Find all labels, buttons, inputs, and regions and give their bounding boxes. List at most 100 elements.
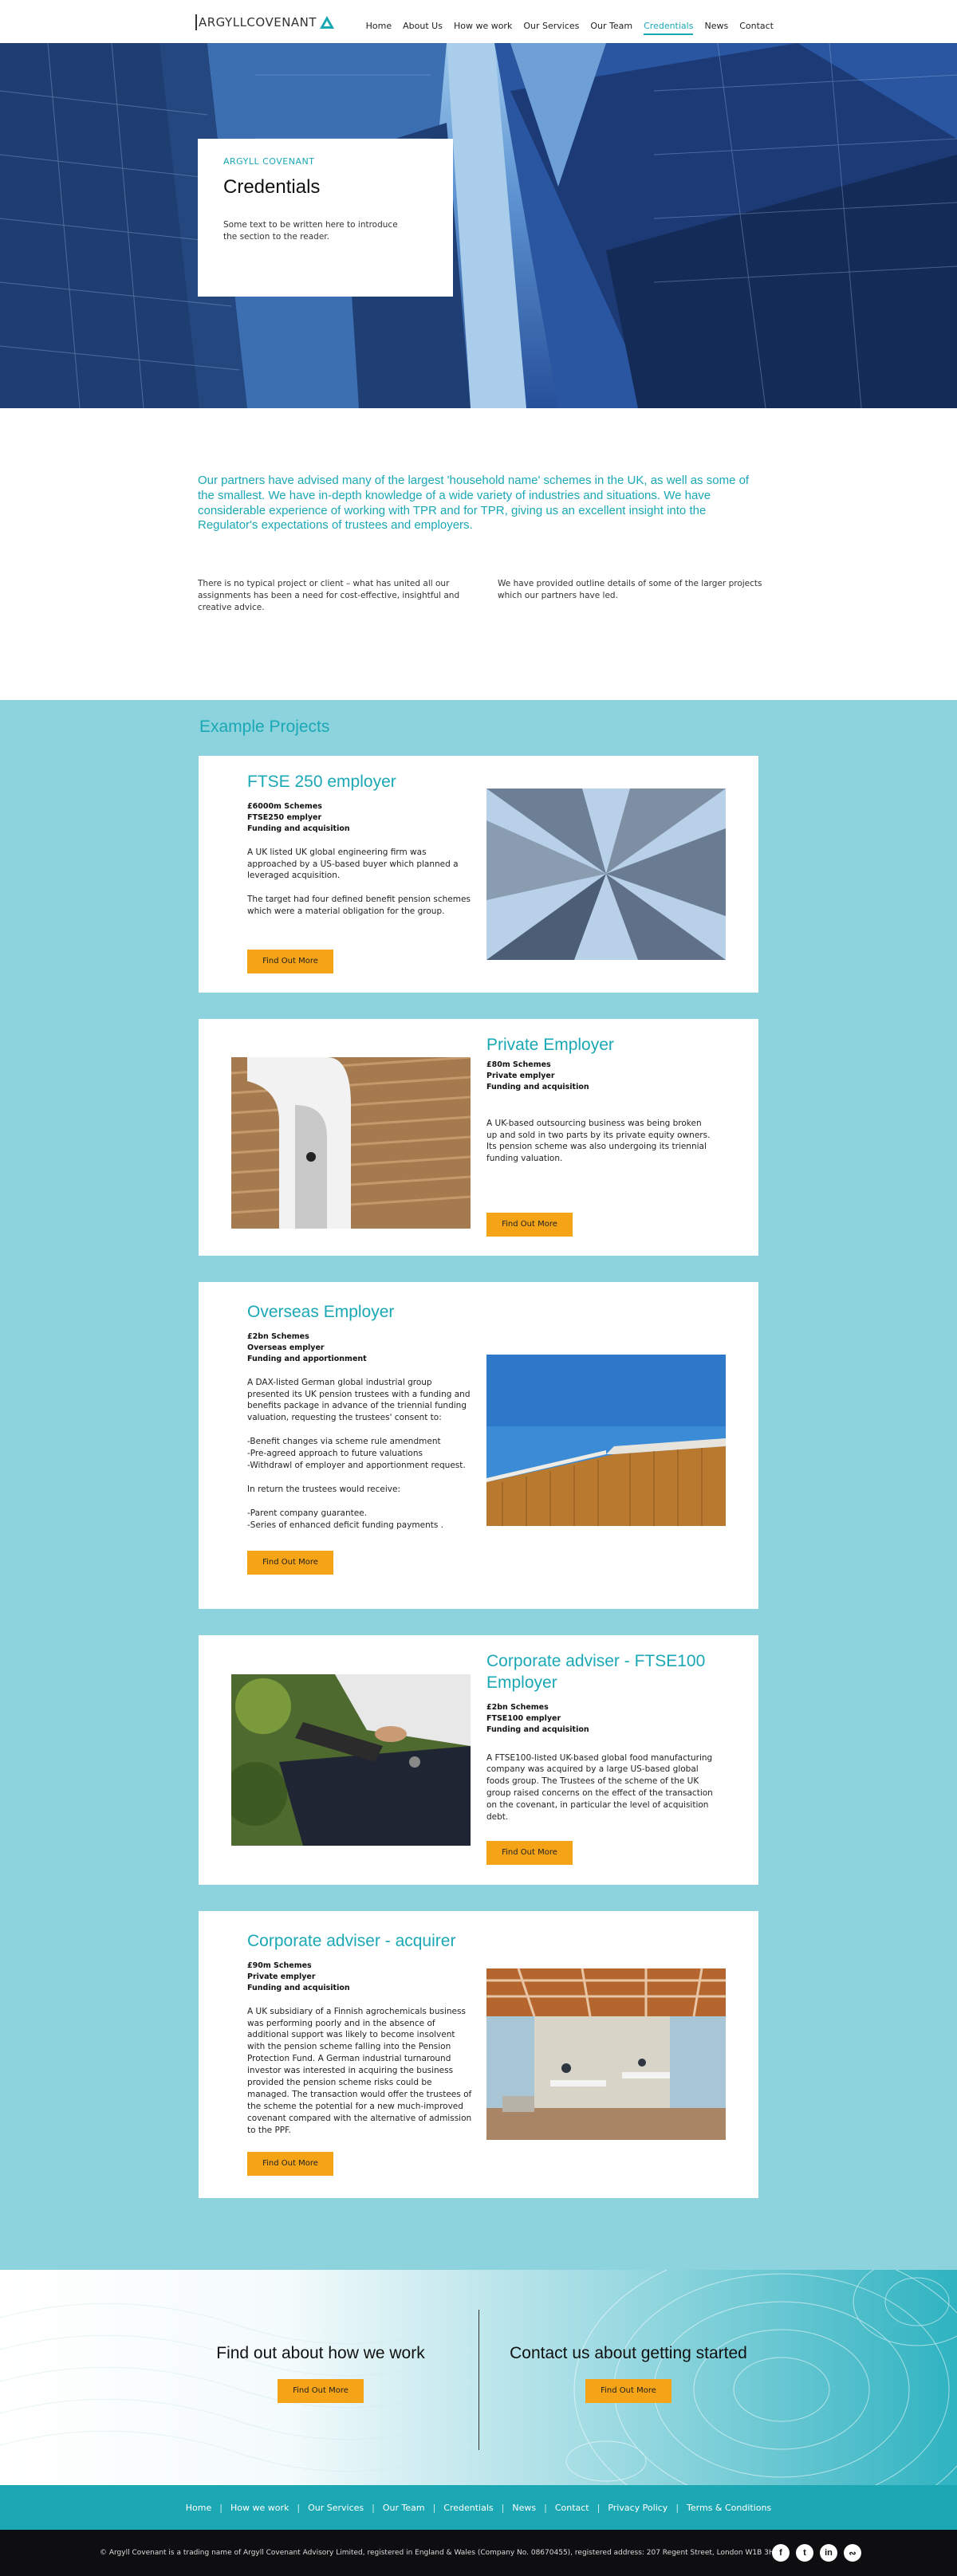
project-title: Private Employer xyxy=(486,1036,614,1054)
footer-separator: | xyxy=(297,2502,301,2513)
project-description: A UK subsidiary of a Finnish agrochemica… xyxy=(247,2006,472,2135)
project-meta-size: £90m Schemes xyxy=(247,1961,312,1970)
project-text: Overseas Employer £2bn Schemes Overseas … xyxy=(247,1302,475,1531)
cta-right-button[interactable]: Find Out More xyxy=(585,2379,671,2404)
project-meta-type: Funding and acquisition xyxy=(486,1083,589,1092)
footer-nav: Home | How we work | Our Services | Our Tea… xyxy=(0,2485,957,2530)
project-description: A UK listed UK global engineering firm w… xyxy=(247,847,471,917)
project-meta-employer: Private emplyer xyxy=(486,1072,555,1081)
project-meta-employer: FTSE250 emplyer xyxy=(247,813,322,823)
nav-how-we-work[interactable]: How we work xyxy=(454,21,512,35)
footer-link-how-we-work[interactable]: How we work xyxy=(230,2503,289,2513)
footer-separator: | xyxy=(597,2502,601,2513)
project-image-tablet-meeting xyxy=(231,1674,471,1846)
nav-our-services[interactable]: Our Services xyxy=(523,21,579,35)
project-title: Overseas Employer xyxy=(247,1303,395,1321)
footer-link-credentials[interactable]: Credentials xyxy=(443,2503,493,2513)
twitter-icon[interactable]: t xyxy=(796,2544,813,2562)
footer-separator: | xyxy=(544,2502,547,2513)
hero-text: Some text to be written here to introduc… xyxy=(223,220,398,242)
footer-separator: | xyxy=(675,2502,679,2513)
project-meta-employer: FTSE100 emplyer xyxy=(486,1714,561,1723)
project-card-corporate-adviser-acquirer: Corporate adviser - acquirer £90m Scheme… xyxy=(199,1911,758,2198)
intro-section: Our partners have advised many of the la… xyxy=(0,408,957,700)
logo-text: ARGYLLCOVENANT xyxy=(199,15,317,29)
project-meta: £80m Schemes Private emplyer Funding and… xyxy=(486,1060,714,1094)
project-image-staircase xyxy=(231,1057,471,1229)
social-links: f t in ∾ xyxy=(772,2544,861,2562)
intro-lead: Our partners have advised many of the la… xyxy=(198,474,750,533)
project-meta-size: £6000m Schemes xyxy=(247,801,322,811)
project-card-private-employer: Private Employer £80m Schemes Private em… xyxy=(199,1019,758,1256)
page-title: Credentials xyxy=(223,176,321,198)
intro-columns: There is no typical project or client – … xyxy=(198,578,957,615)
nav-home[interactable]: Home xyxy=(366,21,392,35)
nav-credentials[interactable]: Credentials xyxy=(644,21,694,35)
project-text: Corporate adviser - FTSE100 Employer £2b… xyxy=(486,1651,718,1823)
hero-card: ARGYLL COVENANT Credentials Some text to… xyxy=(198,139,453,297)
project-meta-type: Funding and acquisition xyxy=(247,1984,350,1993)
project-meta-employer: Overseas emplyer xyxy=(247,1343,325,1353)
project-meta-employer: Private emplyer xyxy=(247,1972,316,1982)
footer-link-terms[interactable]: Terms & Conditions xyxy=(687,2503,771,2513)
footer-separator: | xyxy=(219,2502,223,2513)
cta-contact: Contact us about getting started Find Ou… xyxy=(509,2342,748,2404)
project-meta-size: £2bn Schemes xyxy=(247,1331,309,1341)
nav-about-us[interactable]: About Us xyxy=(403,21,443,35)
footer-legal-text: © Argyll Covenant is a trading name of A… xyxy=(100,2549,780,2557)
nav-news[interactable]: News xyxy=(704,21,728,35)
project-text: FTSE 250 employer £6000m Schemes FTSE250… xyxy=(247,772,475,918)
cta-right-title: Contact us about getting started xyxy=(510,2344,747,2362)
project-meta-type: Funding and acquisition xyxy=(247,824,350,834)
intro-column-2: We have provided outline details of some… xyxy=(498,579,762,601)
facebook-icon[interactable]: f xyxy=(772,2544,790,2562)
project-card-overseas-employer: Overseas Employer £2bn Schemes Overseas … xyxy=(199,1282,758,1609)
footer-separator: | xyxy=(501,2502,505,2513)
project-meta: £2bn Schemes Overseas emplyer Funding an… xyxy=(247,1331,475,1366)
hero-skyscrapers-image xyxy=(0,43,957,408)
project-meta-type: Funding and acquisition xyxy=(486,1725,589,1735)
project-meta-type: Funding and apportionment xyxy=(247,1355,367,1364)
project-card-corporate-adviser-ftse100: Corporate adviser - FTSE100 Employer £2b… xyxy=(199,1635,758,1885)
linkedin-icon[interactable]: in xyxy=(820,2544,837,2562)
footer-link-news[interactable]: News xyxy=(512,2503,536,2513)
find-out-more-button[interactable]: Find Out More xyxy=(247,1551,333,1575)
footer-separator: | xyxy=(372,2502,375,2513)
project-meta: £2bn Schemes FTSE100 emplyer Funding and… xyxy=(486,1702,718,1736)
find-out-more-button[interactable]: Find Out More xyxy=(247,950,333,973)
hero-banner: ARGYLL COVENANT Credentials Some text to… xyxy=(0,43,957,408)
main-nav: Home About Us How we work Our Services O… xyxy=(366,21,774,35)
project-text: Corporate adviser - acquirer £90m Scheme… xyxy=(247,1931,475,2137)
footer-link-home[interactable]: Home xyxy=(186,2503,211,2513)
project-card-ftse250: FTSE 250 employer £6000m Schemes FTSE250… xyxy=(199,756,758,993)
footer-link-our-team[interactable]: Our Team xyxy=(383,2503,425,2513)
nav-contact[interactable]: Contact xyxy=(739,21,774,35)
find-out-more-button[interactable]: Find Out More xyxy=(247,2152,333,2176)
project-image-office xyxy=(486,1968,726,2140)
project-description: A DAX-listed German global industrial gr… xyxy=(247,1377,471,1530)
cta-left-button[interactable]: Find Out More xyxy=(278,2379,364,2404)
project-title: Corporate adviser - acquirer xyxy=(247,1932,456,1950)
cta-section: Find out about how we work Find Out More… xyxy=(0,2270,957,2485)
logo-bar xyxy=(195,14,197,30)
footer-link-our-services[interactable]: Our Services xyxy=(308,2503,364,2513)
project-title: Corporate adviser - FTSE100 Employer xyxy=(486,1652,706,1692)
nav-our-team[interactable]: Our Team xyxy=(590,21,632,35)
logo[interactable]: ARGYLLCOVENANT xyxy=(195,14,335,30)
project-meta-size: £80m Schemes xyxy=(486,1060,551,1069)
footer-separator: | xyxy=(432,2502,436,2513)
project-image-timber-building xyxy=(486,1355,726,1526)
project-meta-size: £2bn Schemes xyxy=(486,1702,549,1712)
projects-heading: Example Projects xyxy=(199,718,330,736)
project-title: FTSE 250 employer xyxy=(247,773,396,791)
logo-triangle-icon xyxy=(320,16,335,29)
intro-column-1: There is no typical project or client – … xyxy=(198,579,460,613)
find-out-more-button[interactable]: Find Out More xyxy=(486,1213,573,1237)
site-header: ARGYLLCOVENANT Home About Us How we work… xyxy=(0,0,957,43)
hero-kicker: ARGYLL COVENANT xyxy=(223,156,315,167)
find-out-more-button[interactable]: Find Out More xyxy=(486,1841,573,1865)
rss-icon[interactable]: ∾ xyxy=(844,2544,861,2562)
footer-link-privacy-policy[interactable]: Privacy Policy xyxy=(608,2503,668,2513)
project-meta: £90m Schemes Private emplyer Funding and… xyxy=(247,1961,475,1995)
footer-link-contact[interactable]: Contact xyxy=(555,2503,589,2513)
